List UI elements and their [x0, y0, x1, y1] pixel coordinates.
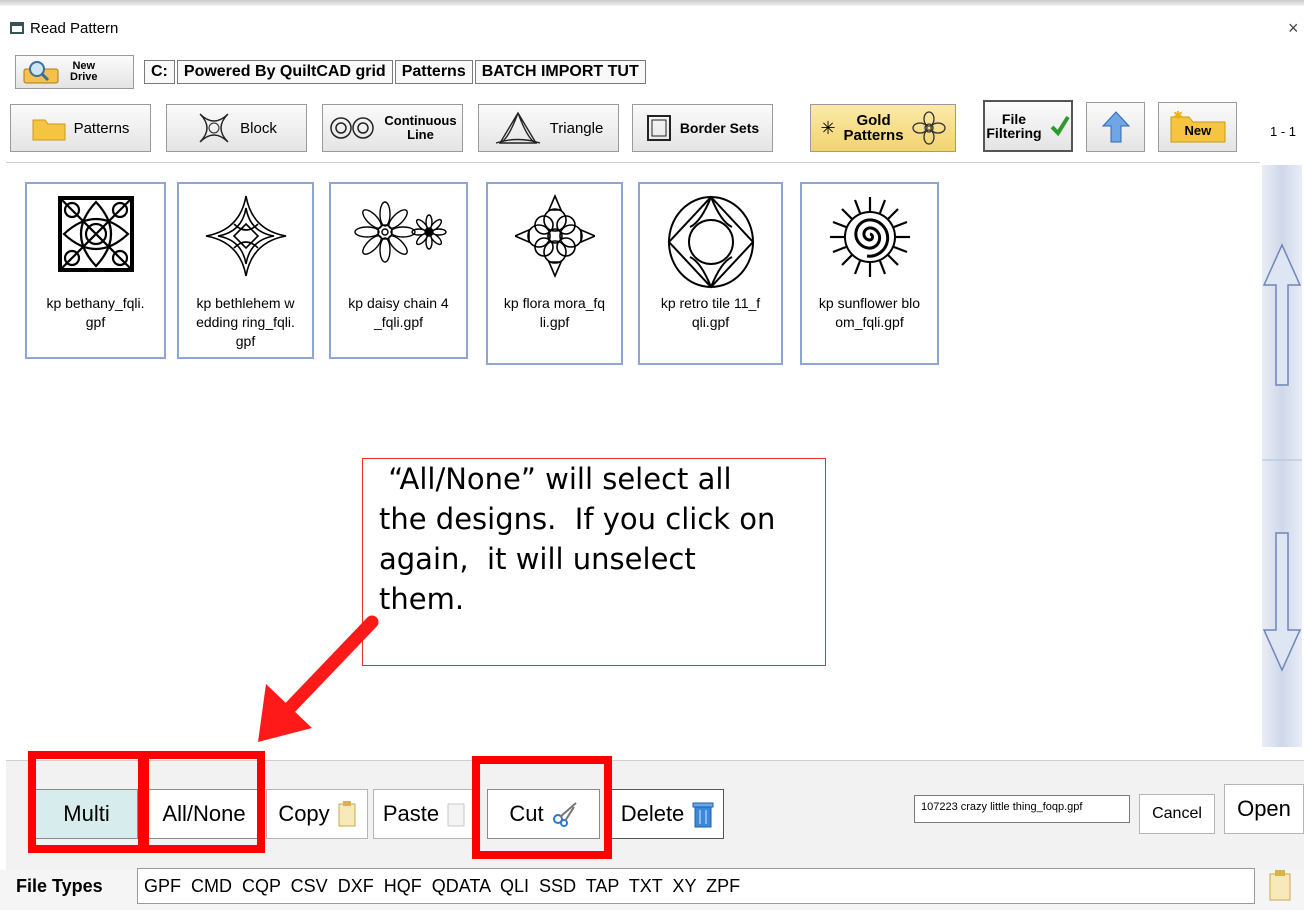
file-name-line: gpf [85, 314, 106, 330]
patterns-label: Patterns [73, 119, 130, 137]
close-button[interactable]: × [1288, 18, 1299, 39]
triangle-label: Triangle [549, 119, 604, 137]
red-arrow-annotation [258, 615, 379, 742]
paste-page-icon [447, 803, 465, 827]
path-segment-drive[interactable]: C: [144, 60, 175, 84]
highlight-box-all-none [138, 751, 265, 853]
square-lattice-pattern-icon [57, 196, 134, 272]
up-arrow-icon [1101, 111, 1130, 143]
file-name-line: kp flora mora_fq [503, 295, 606, 311]
file-name-line: kp bethany_fqli. [46, 295, 145, 311]
gold-star-icon: ✳ [820, 117, 836, 138]
four-point-star-pattern-icon [205, 195, 286, 277]
path-segment-patterns[interactable]: Patterns [394, 60, 473, 84]
open-button[interactable]: Open [1224, 784, 1304, 834]
file-thumbnail[interactable]: kp sunflower blo om_fqli.gpf [800, 182, 939, 365]
new-folder-button[interactable]: ✱ New [1158, 102, 1237, 152]
checkmark-icon [1050, 115, 1070, 137]
page-indicator: 1 - 1 [1270, 124, 1297, 139]
annotation-callout: “All/None” will select all the designs. … [362, 458, 826, 666]
gold-flower-icon [911, 111, 946, 145]
file-name-line: kp retro tile 11_f [660, 295, 761, 311]
copy-label: Copy [278, 801, 330, 826]
flower-medallion-pattern-icon [514, 194, 595, 278]
file-name-line: qli.gpf [691, 314, 730, 330]
file-name-line: edding ring_fqli. [196, 314, 295, 330]
patterns-button[interactable]: Patterns [10, 104, 151, 152]
gold-label-2: Patterns [843, 127, 904, 144]
block-pattern-icon [199, 113, 229, 143]
triangle-button[interactable]: Triangle [478, 104, 619, 152]
breadcrumb: C: Powered By QuiltCAD grid Patterns BAT… [144, 60, 646, 84]
vertical-scrollbar[interactable] [1262, 165, 1302, 747]
paste-button[interactable]: Paste [373, 789, 475, 839]
file-thumbnail[interactable]: kp bethlehem w edding ring_fqli. gpf [177, 182, 314, 359]
file-types-label: File Types [16, 876, 103, 896]
continuous-line-button[interactable]: Continuous Line [322, 104, 463, 152]
folder-icon [32, 119, 66, 141]
window-icon [10, 22, 24, 34]
spiral-line-icon [330, 117, 375, 139]
trash-icon [692, 802, 714, 828]
file-name-line: kp daisy chain 4 [348, 295, 449, 311]
path-segment-current[interactable]: BATCH IMPORT TUT [474, 60, 646, 84]
file-thumbnail[interactable]: kp bethany_fqli. gpf [25, 182, 166, 359]
new-label: New [1184, 123, 1212, 138]
file-filtering-label-1: File [1001, 111, 1027, 127]
callout-line: again, it will unselect [379, 542, 696, 576]
file-filtering-label-2: Filtering [986, 125, 1042, 141]
highlight-box-multi [28, 751, 149, 853]
highlight-box-cut [472, 756, 612, 859]
daisy-pattern-icon [353, 201, 447, 263]
file-thumbnail[interactable]: kp retro tile 11_f qli.gpf [638, 182, 783, 365]
svg-text:✱: ✱ [1173, 111, 1183, 122]
clipboard-icon [338, 801, 356, 827]
cancel-button[interactable]: Cancel [1139, 794, 1215, 834]
file-name-line: kp sunflower blo [818, 295, 921, 311]
callout-line: “All/None” will select all [379, 462, 732, 496]
border-frame-icon [646, 115, 671, 141]
new-drive-label-2: Drive [70, 71, 98, 83]
block-label: Block [240, 119, 277, 137]
paste-label: Paste [382, 801, 440, 826]
retro-tile-pattern-icon [667, 195, 754, 289]
window-top-edge [0, 0, 1304, 6]
sunflower-pattern-icon [829, 197, 910, 277]
gold-label-1: Gold [856, 112, 891, 129]
scroll-arrows-icon [1262, 243, 1302, 672]
cancel-label: Cancel [1152, 805, 1202, 822]
window-title: Read Pattern [30, 20, 119, 37]
border-sets-button[interactable]: Border Sets [632, 104, 773, 152]
file-filtering-button[interactable]: File Filtering [983, 100, 1073, 152]
new-drive-button[interactable]: New Drive [15, 55, 134, 89]
callout-line: them. [379, 582, 465, 616]
up-folder-button[interactable] [1086, 102, 1145, 152]
file-name-line: om_fqli.gpf [835, 314, 904, 330]
delete-label: Delete [620, 801, 685, 826]
selected-file-field[interactable]: 107223 crazy little thing_foqp.gpf [914, 795, 1130, 823]
file-name-line: gpf [235, 333, 256, 349]
file-name-line: li.gpf [539, 314, 570, 330]
continuous-label-1: Continuous [384, 113, 457, 128]
block-button[interactable]: Block [166, 104, 307, 152]
clipboard-icon[interactable] [1268, 870, 1292, 902]
path-segment-root[interactable]: Powered By QuiltCAD grid [176, 60, 393, 84]
file-name-line: _fqli.gpf [373, 314, 424, 330]
file-thumbnail[interactable]: kp flora mora_fq li.gpf [486, 182, 623, 365]
open-label: Open [1237, 796, 1291, 821]
magnifier-drive-icon [23, 61, 59, 84]
triangle-pattern-icon [495, 111, 540, 144]
border-sets-label: Border Sets [679, 120, 760, 136]
file-types-field[interactable]: GPF CMD CQP CSV DXF HQF QDATA QLI SSD TA… [137, 868, 1255, 904]
file-thumbnail[interactable]: kp daisy chain 4 _fqli.gpf [329, 182, 468, 359]
file-name-line: kp bethlehem w [196, 295, 295, 311]
delete-button[interactable]: Delete [611, 789, 724, 839]
gold-patterns-button[interactable]: ✳ Gold Patterns [810, 104, 956, 152]
continuous-label-2: Line [407, 127, 434, 142]
callout-line: the designs. If you click on [379, 502, 776, 536]
copy-button[interactable]: Copy [266, 789, 368, 839]
